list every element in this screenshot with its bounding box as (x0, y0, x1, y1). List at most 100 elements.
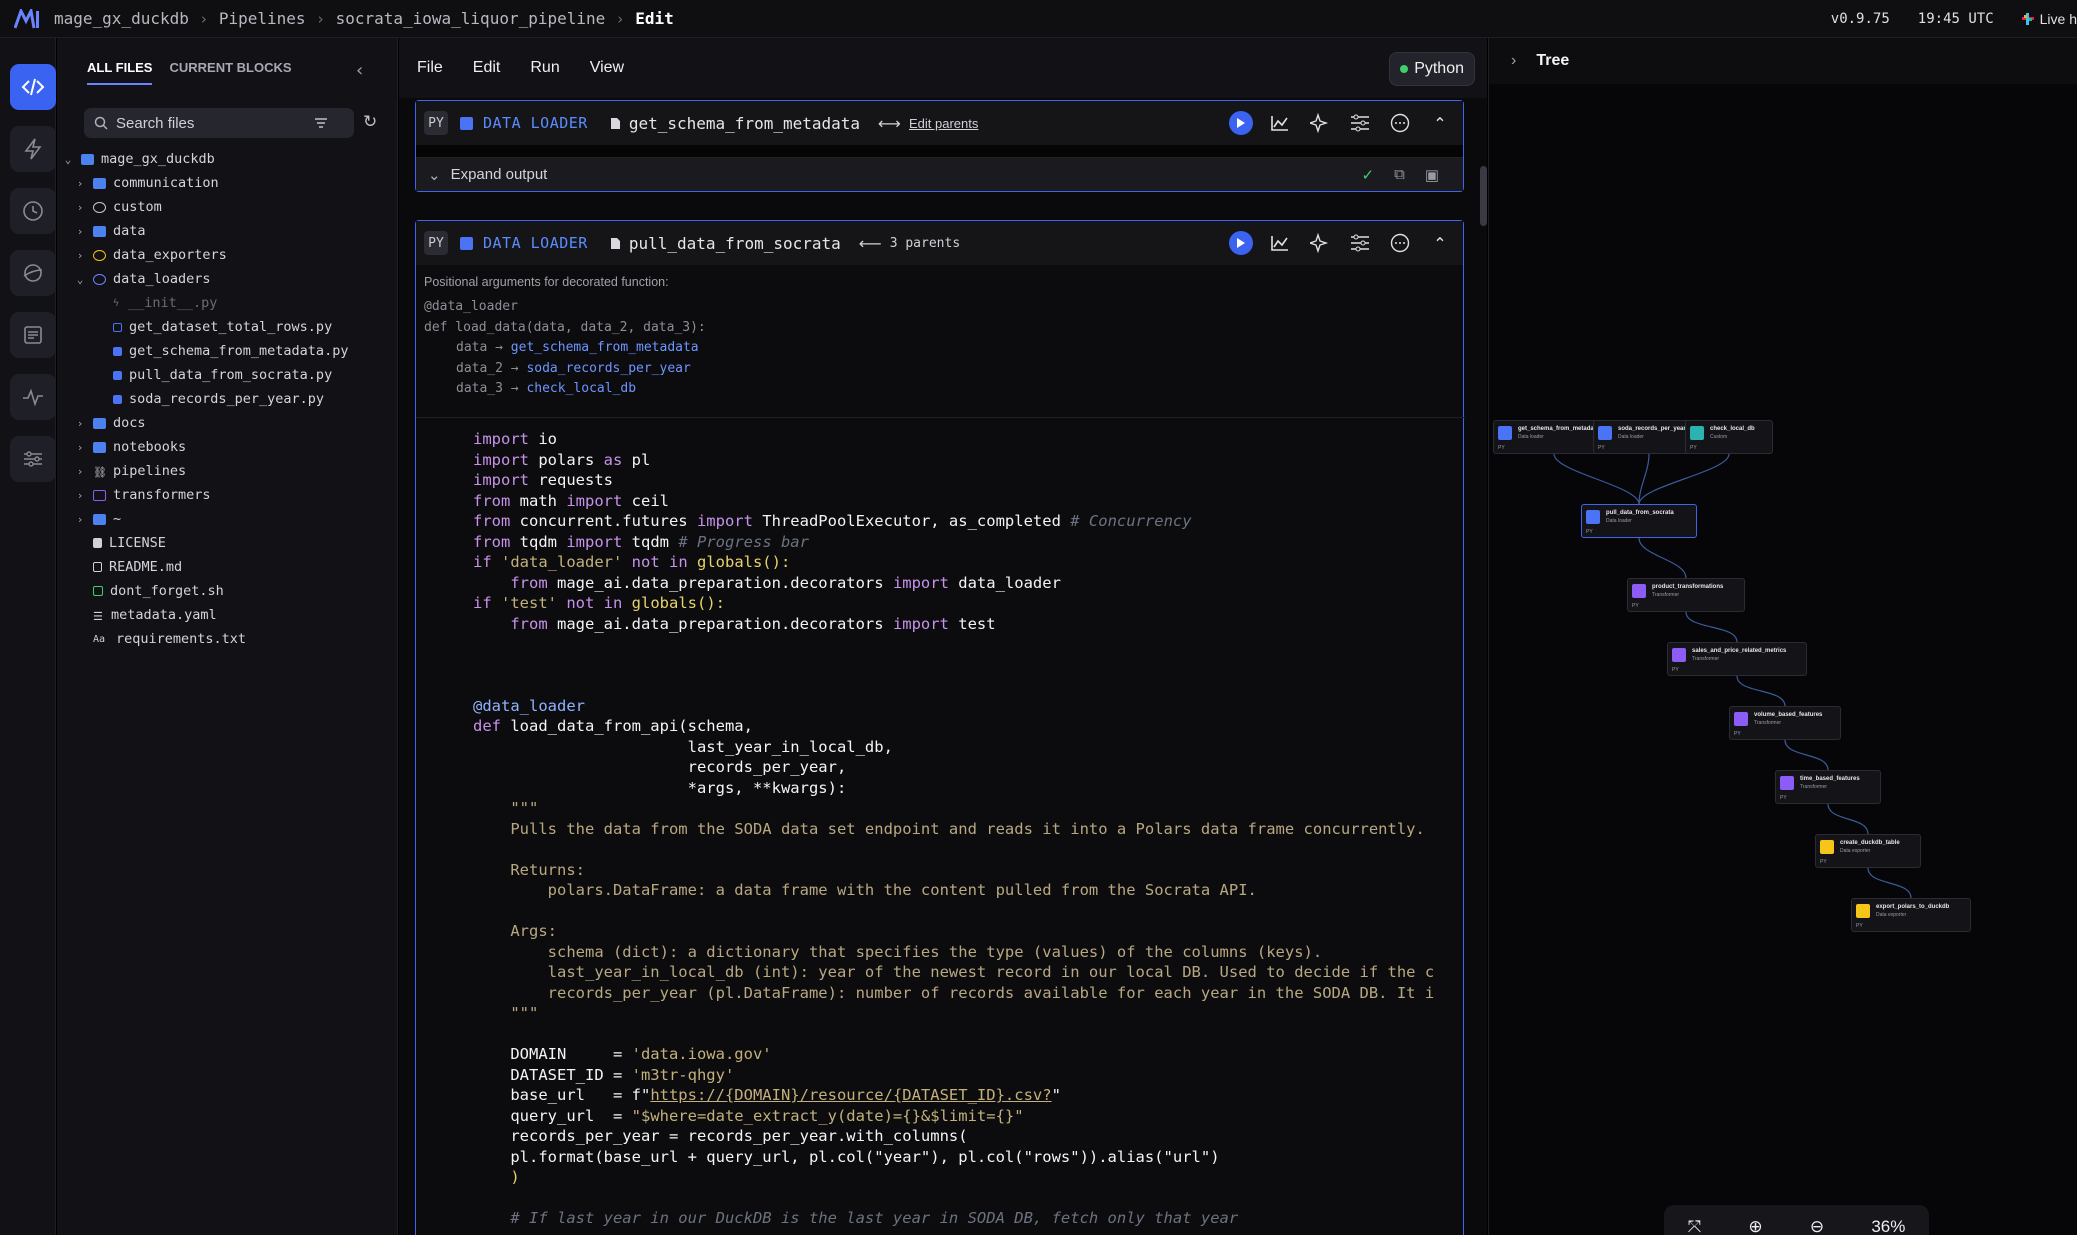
code-line: DOMAIN = 'data.iowa.gov' (473, 1045, 772, 1063)
menu-run[interactable]: Run (530, 59, 559, 77)
parents-count[interactable]: 3 parents (890, 236, 960, 251)
code-line: if 'test' not in globals(): (473, 594, 725, 612)
run-block-button[interactable] (1229, 111, 1253, 135)
dag-node[interactable]: sales_and_price_related_metrics Transform… (1667, 642, 1807, 676)
tree-row-readme[interactable]: README.md (93, 556, 182, 578)
lightning-icon: ϟ (113, 297, 120, 309)
nav-settings-button[interactable] (10, 436, 56, 482)
zoom-out-icon[interactable]: ⊖ (1810, 1217, 1824, 1235)
more-options-icon[interactable] (1387, 230, 1413, 256)
open-external-icon[interactable]: ⧉ (1394, 166, 1405, 183)
tree-row-docs[interactable]: › docs (73, 412, 146, 434)
dag-node[interactable]: create_duckdb_table Data exporter PY (1815, 834, 1921, 868)
tree-row-data[interactable]: › data (73, 220, 146, 242)
refresh-icon[interactable]: ↻ (363, 112, 377, 132)
mage-logo-icon[interactable] (14, 8, 40, 29)
nav-monitor-button[interactable] (10, 374, 56, 420)
settings-sliders-icon[interactable] (1347, 110, 1373, 136)
tree-row-metadata[interactable]: ☰ metadata.yaml (93, 604, 217, 626)
tree-row-data-exporters[interactable]: › data_exporters (73, 244, 227, 266)
tree-row-soda-records[interactable]: soda_records_per_year.py (113, 388, 324, 410)
tree-row-dont-forget[interactable]: dont_forget.sh (93, 580, 224, 602)
tree-row-notebooks[interactable]: › notebooks (73, 436, 186, 458)
tree-row-license[interactable]: LICENSE (93, 532, 166, 554)
collapse-chevron-up-icon[interactable]: ⌃ (1427, 230, 1453, 256)
tree-row-get-schema[interactable]: get_schema_from_metadata.py (113, 340, 348, 362)
expand-output-bar[interactable]: ⌄ Expand output ✓ ⧉ ▣ (416, 157, 1463, 191)
tree-row-custom[interactable]: › custom (73, 196, 162, 218)
nav-edit-button[interactable] (10, 64, 56, 110)
block-get-schema[interactable]: PY DATA LOADER get_schema_from_metadata … (415, 100, 1464, 192)
block-pull-data[interactable]: PY DATA LOADER pull_data_from_socrata ⟵ 3… (415, 220, 1465, 1235)
tree-row-get-dataset-total-rows[interactable]: get_dataset_total_rows.py (113, 316, 332, 338)
block-type-icon (1820, 840, 1834, 854)
dag-edge (1638, 453, 1730, 505)
code-line: schema (dict): a dictionary that specifi… (473, 942, 1323, 961)
filter-icon[interactable] (314, 117, 328, 129)
parent-block-link[interactable]: get_schema_from_metadata (511, 340, 699, 355)
block-name[interactable]: pull_data_from_socrata (629, 234, 841, 253)
nav-logs-button[interactable] (10, 312, 56, 358)
edit-parents-link[interactable]: Edit parents (909, 116, 978, 131)
tree-row-communication[interactable]: › communication (73, 172, 219, 194)
dag-node[interactable]: time_based_features Transformer PY (1775, 770, 1881, 804)
tree-row-pipelines[interactable]: › ⛓ pipelines (73, 460, 186, 482)
chevron-right-icon[interactable]: › (1511, 52, 1516, 70)
clock-label: 19:45 UTC (1917, 11, 1994, 27)
tab-current-blocks[interactable]: CURRENT BLOCKS (169, 60, 291, 85)
breadcrumb-pipeline[interactable]: socrata_iowa_liquor_pipeline (336, 9, 606, 28)
markdown-icon (93, 562, 102, 572)
tab-all-files[interactable]: ALL FILES (87, 60, 153, 85)
menu-file[interactable]: File (417, 59, 443, 77)
tree-row-init[interactable]: ϟ __init__.py (113, 292, 217, 314)
run-block-button[interactable] (1229, 231, 1253, 255)
clock-icon (23, 201, 43, 221)
menu-edit[interactable]: Edit (473, 59, 501, 77)
tree-row-tilde[interactable]: › ~ (73, 508, 121, 530)
ai-sparkle-icon[interactable] (1307, 110, 1333, 136)
file-search[interactable] (84, 108, 354, 138)
breadcrumb-pipelines[interactable]: Pipelines (219, 9, 306, 28)
chart-icon[interactable] (1267, 110, 1293, 136)
tree-row-root[interactable]: ⌄ mage_gx_duckdb (61, 148, 215, 170)
breadcrumb-project[interactable]: mage_gx_duckdb (54, 9, 189, 28)
chevron-down-icon: ⌄ (76, 272, 84, 286)
sig-arg-row: data_2 → soda_records_per_year (456, 360, 691, 376)
live-help-link[interactable]: Live h (2021, 11, 2077, 27)
block-name[interactable]: get_schema_from_metadata (629, 114, 860, 133)
tree-row-pull-data[interactable]: pull_data_from_socrata.py (113, 364, 332, 386)
pulse-icon (23, 388, 43, 407)
nav-triggers-button[interactable] (10, 126, 56, 172)
code-line: import polars as pl (473, 450, 651, 469)
tree-row-data-loaders[interactable]: ⌄ data_loaders (73, 268, 211, 290)
collapse-chevron-up-icon[interactable]: ⌃ (1427, 110, 1453, 136)
tree-row-requirements[interactable]: Aa requirements.txt (93, 628, 246, 650)
dag-node[interactable]: pull_data_from_socrata Data loader PY (1581, 504, 1697, 538)
more-options-icon[interactable] (1387, 110, 1413, 136)
search-input[interactable] (116, 114, 306, 132)
editor-scrollbar[interactable] (1480, 166, 1487, 226)
save-output-icon[interactable]: ▣ (1425, 166, 1439, 184)
collapse-panel-icon[interactable]: ‹ (356, 60, 363, 81)
tree-row-transformers[interactable]: › transformers (73, 484, 211, 506)
dag-node[interactable]: check_local_db Custom PY (1685, 420, 1773, 454)
nav-backfills-button[interactable] (10, 250, 56, 296)
dag-node[interactable]: export_polars_to_duckdb Data exporter PY (1851, 898, 1971, 932)
menu-view[interactable]: View (590, 59, 624, 77)
dag-node[interactable]: volume_based_features Transformer PY (1729, 706, 1841, 740)
settings-sliders-icon[interactable] (1347, 230, 1373, 256)
chart-icon[interactable] (1267, 230, 1293, 256)
dag-node-name: check_local_db (1710, 426, 1755, 432)
parent-block-link[interactable]: check_local_db (526, 381, 636, 396)
nav-runs-button[interactable] (10, 188, 56, 234)
code-editor[interactable]: import io import polars as pl import req… (416, 417, 1465, 1230)
ai-sparkle-icon[interactable] (1307, 230, 1333, 256)
dag-node-name: time_based_features (1800, 776, 1860, 782)
dag-node-type: Data exporter (1876, 912, 1907, 918)
fit-view-icon[interactable]: ⤧ (1688, 1217, 1702, 1235)
kernel-status-button[interactable]: Python (1389, 52, 1475, 86)
block-type-icon (1632, 584, 1646, 598)
zoom-in-icon[interactable]: ⊕ (1748, 1217, 1762, 1235)
dag-node[interactable]: product_transformations Transformer PY (1627, 578, 1745, 612)
parent-block-link[interactable]: soda_records_per_year (526, 361, 690, 376)
